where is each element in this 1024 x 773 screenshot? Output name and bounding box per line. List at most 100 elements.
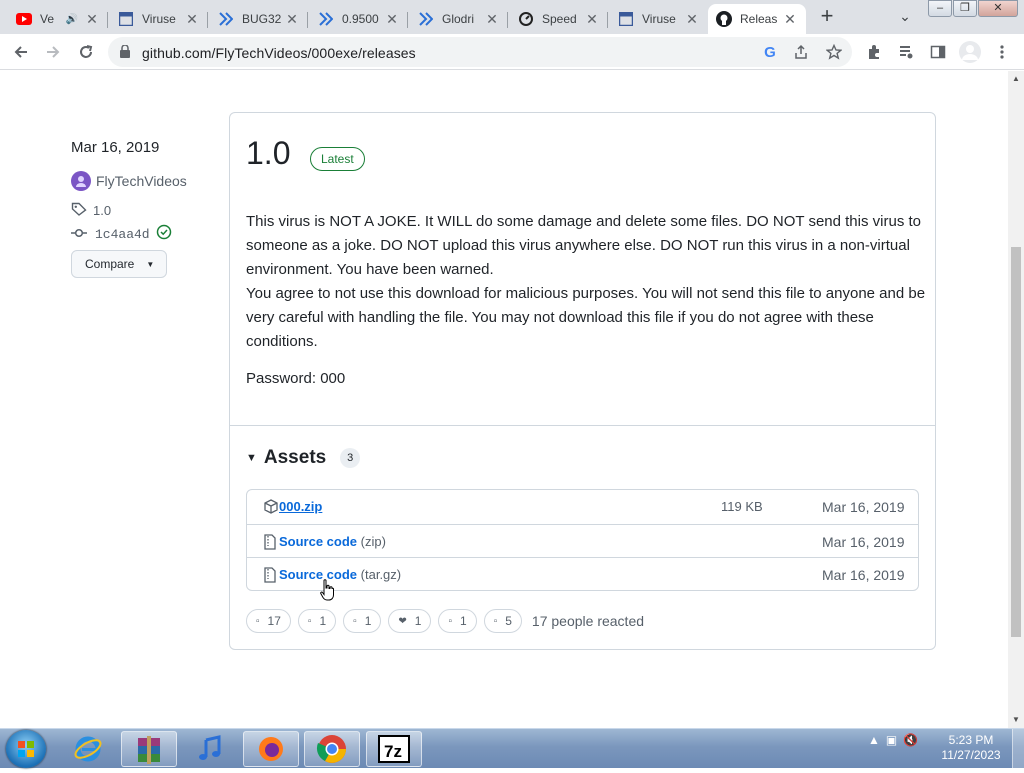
reaction-button[interactable]: ▫ 1 <box>297 609 337 633</box>
tab-viruses-1[interactable]: Viruse ✕ <box>110 4 208 34</box>
close-icon[interactable]: ✕ <box>184 11 200 27</box>
scroll-down-icon[interactable]: ▼ <box>1012 716 1020 724</box>
tab-viruses-2[interactable]: Viruse ✕ <box>610 4 708 34</box>
network-icon[interactable]: ▣ <box>886 733 897 747</box>
internet-explorer-icon <box>74 736 102 762</box>
google-icon[interactable]: G <box>760 42 780 62</box>
back-button[interactable] <box>9 40 33 64</box>
page-icon <box>118 11 134 27</box>
asset-name[interactable]: Source code <box>279 567 357 582</box>
side-panel-icon[interactable] <box>926 40 950 64</box>
asset-format[interactable]: (zip) <box>361 534 386 549</box>
share-icon[interactable] <box>791 42 811 62</box>
start-button[interactable] <box>6 730 46 768</box>
release-notes-p1: This virus is NOT A JOKE. It WILL do som… <box>246 213 921 278</box>
asset-name[interactable]: Source code <box>279 534 357 549</box>
svg-text:7z: 7z <box>384 742 402 761</box>
close-icon[interactable]: ✕ <box>484 11 500 27</box>
divider <box>230 425 935 426</box>
chevron-site-icon <box>318 11 334 27</box>
reaction-button[interactable]: ▫ 17 <box>246 609 291 633</box>
forward-button[interactable] <box>41 40 65 64</box>
tab-youtube[interactable]: Ve 🔊 ✕ <box>8 4 108 34</box>
release-title[interactable]: 1.0 <box>246 135 290 172</box>
tab-bug32[interactable]: BUG32 ✕ <box>210 4 308 34</box>
tag-label[interactable]: 1.0 <box>93 203 111 218</box>
new-tab-button[interactable]: + <box>815 5 839 28</box>
assets-toggle[interactable]: ▼ Assets 3 <box>246 447 361 469</box>
reaction-button[interactable]: ▫ 1 <box>438 609 477 633</box>
taskbar-winrar[interactable] <box>121 731 177 767</box>
chevron-site-icon <box>418 11 434 27</box>
tab-separator <box>207 12 208 28</box>
tab-glodri[interactable]: Glodri ✕ <box>410 4 508 34</box>
scroll-up-icon[interactable]: ▲ <box>1012 75 1020 83</box>
tab-separator <box>607 12 608 28</box>
chevron-site-icon <box>218 11 234 27</box>
star-icon[interactable] <box>824 42 844 62</box>
speed-icon <box>518 11 534 27</box>
tab-title: BUG32 <box>242 12 282 26</box>
reaction-button[interactable]: ▫ 5 <box>483 609 522 633</box>
asset-link[interactable]: 000.zip <box>279 499 322 514</box>
tab-releases[interactable]: Releas ✕ <box>708 4 806 34</box>
tab-09500[interactable]: 0.9500 ✕ <box>310 4 408 34</box>
minimize-button[interactable]: – <box>928 0 952 17</box>
asset-size: 119 KB <box>721 499 763 514</box>
taskbar-itunes[interactable] <box>182 731 238 767</box>
assets-count-badge: 3 <box>340 448 361 468</box>
menu-icon[interactable] <box>990 40 1014 64</box>
taskbar-chrome[interactable] <box>304 731 360 767</box>
asset-link[interactable]: Source code (tar.gz) <box>279 567 401 582</box>
close-icon[interactable]: ✕ <box>684 11 700 27</box>
tab-speed[interactable]: Speed ✕ <box>510 4 608 34</box>
avatar[interactable] <box>71 171 91 191</box>
close-icon[interactable]: ✕ <box>384 11 400 27</box>
author-name[interactable]: FlyTechVideos <box>96 173 187 189</box>
release-tag[interactable]: 1.0 <box>71 202 111 219</box>
commit-hash[interactable]: 1c4aa4d <box>95 227 150 242</box>
profile-avatar-icon[interactable] <box>958 40 982 64</box>
close-window-button[interactable]: ✕ <box>978 0 1018 17</box>
address-bar[interactable]: github.com/FlyTechVideos/000exe/releases… <box>108 37 852 67</box>
reaction-button[interactable]: ▫ 1 <box>343 609 382 633</box>
restore-button[interactable]: ❐ <box>953 0 977 17</box>
tab-separator <box>507 12 508 28</box>
taskbar-ie[interactable] <box>60 731 116 767</box>
chevron-down-icon[interactable]: ⌄ <box>896 8 914 26</box>
release-author[interactable]: FlyTechVideos <box>71 171 187 191</box>
release-commit[interactable]: 1c4aa4d <box>71 224 172 244</box>
close-icon[interactable]: ✕ <box>284 11 300 27</box>
close-icon[interactable]: ✕ <box>84 11 100 27</box>
tab-separator <box>107 12 108 28</box>
close-icon[interactable]: ✕ <box>584 11 600 27</box>
volume-muted-icon[interactable]: 🔇 <box>903 733 918 747</box>
compare-button[interactable]: Compare ▼ <box>71 250 167 278</box>
close-icon[interactable]: ✕ <box>782 11 798 27</box>
clock[interactable]: 5:23 PM 11/27/2023 <box>936 733 1006 763</box>
tab-title: Releas <box>740 12 778 26</box>
lock-icon[interactable] <box>120 44 130 63</box>
reload-button[interactable] <box>74 40 98 64</box>
assets-title: Assets <box>263 447 327 468</box>
tray-expand-icon[interactable]: ▲ <box>868 733 880 747</box>
reaction-count: 1 <box>414 614 422 628</box>
asset-link[interactable]: Source code (zip) <box>279 534 386 549</box>
show-desktop-button[interactable] <box>1012 729 1024 769</box>
taskbar-firefox[interactable] <box>243 731 299 767</box>
audio-icon[interactable]: 🔊 <box>66 14 78 25</box>
media-icon[interactable] <box>894 40 918 64</box>
scroll-thumb[interactable] <box>1011 247 1021 637</box>
page-scrollbar[interactable]: ▲ ▼ <box>1008 71 1024 728</box>
system-tray: ▲ ▣ 🔇 <box>868 733 918 747</box>
windows-taskbar: 7z ▲ ▣ 🔇 5:23 PM 11/27/2023 <box>0 728 1024 769</box>
extensions-icon[interactable] <box>862 40 886 64</box>
asset-format[interactable]: (tar.gz) <box>361 567 401 582</box>
taskbar-7zip[interactable]: 7z <box>366 731 422 767</box>
caret-down-icon: ▼ <box>246 452 257 464</box>
url-text[interactable]: github.com/FlyTechVideos/000exe/releases <box>142 45 416 61</box>
release-date: Mar 16, 2019 <box>71 139 160 156</box>
asset-name[interactable]: 000.zip <box>279 499 322 514</box>
youtube-icon <box>16 11 32 27</box>
reaction-button[interactable]: ❤ 1 <box>388 609 432 633</box>
